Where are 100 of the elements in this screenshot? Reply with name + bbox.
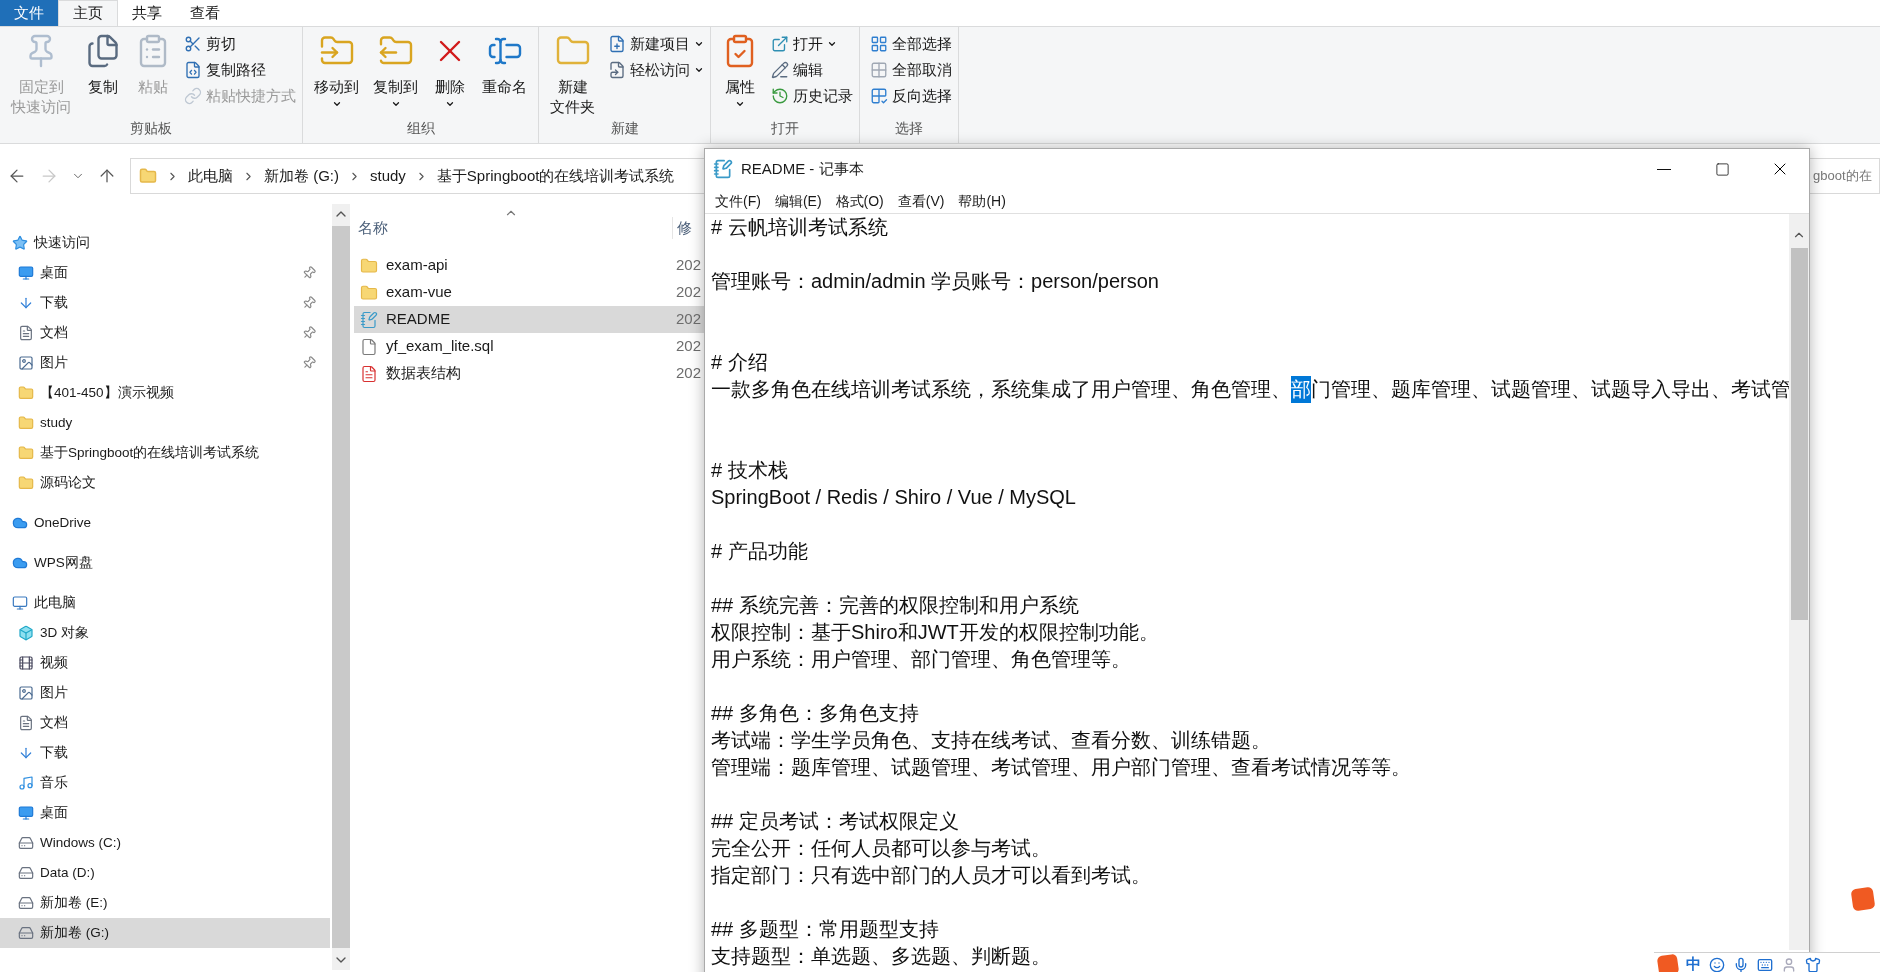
ribbon-button[interactable]: 历史记录 [771,83,853,109]
caret-icon [445,99,455,109]
modified-date: 202 [676,363,702,384]
file-icon [360,337,378,356]
caret-icon [735,99,745,109]
monitor-icon [18,805,34,821]
microphone-icon[interactable] [1733,956,1749,972]
sidebar-item[interactable]: 文档 [0,708,330,738]
column-header[interactable]: 名称 [354,216,672,240]
text-line: ## 系统完善：完善的权限控制和用户系统 [711,593,1079,618]
file-name: README [386,309,452,330]
group-label: 选择 [895,119,923,138]
user-icon[interactable] [1781,956,1797,972]
file-name: exam-vue [386,282,453,303]
file-row[interactable]: yf_exam_lite.sql 202 [354,333,704,360]
select-all-icon [870,35,888,53]
sidebar-item[interactable]: Data (D:) [0,858,330,888]
sidebar-item[interactable]: 新加卷 (E:) [0,888,330,918]
modified-date: 202 [676,255,702,276]
ribbon-tab[interactable]: 文件 [0,0,58,26]
shortcut-icon [184,87,202,105]
menu-item[interactable]: 格式(O) [829,190,890,212]
ribbon-tab[interactable]: 共享 [118,0,176,26]
ribbon-button[interactable]: 重命名 [477,27,532,118]
sidebar-item[interactable]: 图片 [0,678,330,708]
ribbon-button[interactable]: 反向选择 [870,83,952,109]
ribbon-button[interactable]: 复制 [80,27,126,118]
sidebar-item[interactable]: 音乐 [0,768,330,798]
sidebar-item[interactable]: 文档 [0,318,330,348]
emoji-icon[interactable] [1709,956,1725,972]
drive-icon [18,865,34,881]
ime-logo-icon[interactable] [1656,953,1680,972]
file-row[interactable]: README 202 [354,306,704,333]
sidebar-item[interactable]: 源码论文 [0,468,330,498]
sidebar-item[interactable]: 3D 对象 [0,618,330,648]
path-icon [184,61,202,79]
ribbon-button[interactable]: 复制到 [368,27,423,118]
breadcrumb[interactable]: 新加卷 (G:) [264,164,339,188]
cloud-icon [12,515,28,531]
ribbon-button[interactable]: 剪切 [184,31,296,57]
group-label: 新建 [610,119,639,138]
sidebar-item[interactable]: WPS网盘 [0,548,330,578]
folder-icon [18,415,34,431]
sidebar-item[interactable]: 图片 [0,348,330,378]
ribbon-button[interactable]: 轻松访问 [608,57,704,83]
document-icon [18,715,34,731]
ribbon-button[interactable]: 新建项目 [608,31,704,57]
breadcrumb[interactable]: study [370,164,406,188]
sidebar-item[interactable]: 下载 [0,288,330,318]
selected-text: 部 [1291,376,1311,403]
ribbon-button[interactable]: 全部选择 [870,31,952,57]
ribbon-button[interactable]: 移动到 [309,27,364,118]
sidebar-item[interactable]: study [0,408,330,438]
ribbon-button[interactable]: 新建 文件夹 [545,27,600,118]
file-row[interactable]: 数据表结构 202 [354,360,704,387]
ime-logo-icon[interactable] [1850,886,1876,912]
keyboard-icon[interactable] [1757,956,1773,972]
pdf-icon [360,364,378,383]
ribbon-tab[interactable]: 主页 [58,0,118,26]
music-icon [18,775,34,791]
sidebar-item[interactable]: 桌面 [0,798,330,828]
scrollbar[interactable] [1789,214,1809,950]
menu-item[interactable]: 查看(V) [891,190,951,212]
file-row[interactable]: exam-api 202 [354,252,704,279]
sidebar-item[interactable]: 【401-450】演示视频 [0,378,330,408]
input-mode[interactable]: 中 [1686,953,1701,972]
menu-item[interactable]: 文件(F) [709,190,767,212]
text-line: 一款多角色在线培训考试系统，系统集成了用户管理、角色管理、 [711,377,1291,402]
sidebar-item[interactable]: 桌面 [0,258,330,288]
group-label: 剪贴板 [130,119,172,138]
sidebar-item[interactable]: OneDrive [0,508,330,538]
caret-icon [694,39,704,49]
text-line: ## 多题型：常用题型支持 [711,917,939,942]
sidebar-item[interactable]: 下载 [0,738,330,768]
sidebar-item[interactable]: 视频 [0,648,330,678]
sidebar-item[interactable]: 快速访问 [0,228,330,258]
drive-icon [18,835,34,851]
address-bar[interactable]: 此电脑 新加卷 (G:) study 基于Springboot的在线培训考试系统 [130,158,704,194]
scroll-thumb[interactable] [1790,248,1808,620]
sidebar-item[interactable]: 新加卷 (G:) [0,918,330,948]
folder-icon [360,283,378,302]
sidebar-item[interactable]: Windows (C:) [0,828,330,858]
ribbon-button[interactable]: 属性 [717,27,763,118]
ribbon-tab[interactable]: 查看 [176,0,234,26]
menu-item[interactable]: 编辑(E) [768,190,828,212]
column-header[interactable]: 修 [672,216,692,240]
sidebar-item[interactable]: 此电脑 [0,588,330,618]
ribbon-button[interactable]: 打开 [771,31,853,57]
sidebar-item[interactable]: 基于Springboot的在线培训考试系统 [0,438,330,468]
menu-item[interactable]: 帮助(H) [952,190,1012,212]
ribbon-button[interactable]: 删除 [427,27,473,118]
text-line: 管理账号：admin/admin 学员账号：person/person [711,269,1159,294]
ribbon-button[interactable]: 编辑 [771,57,853,83]
modified-date: 202 [676,336,702,357]
breadcrumb[interactable]: 基于Springboot的在线培训考试系统 [436,164,675,188]
file-row[interactable]: exam-vue 202 [354,279,704,306]
ribbon-button[interactable]: 全部取消 [870,57,952,83]
breadcrumb[interactable]: 此电脑 [188,164,233,188]
shirt-icon[interactable] [1805,956,1821,972]
ribbon-button[interactable]: 复制路径 [184,57,296,83]
